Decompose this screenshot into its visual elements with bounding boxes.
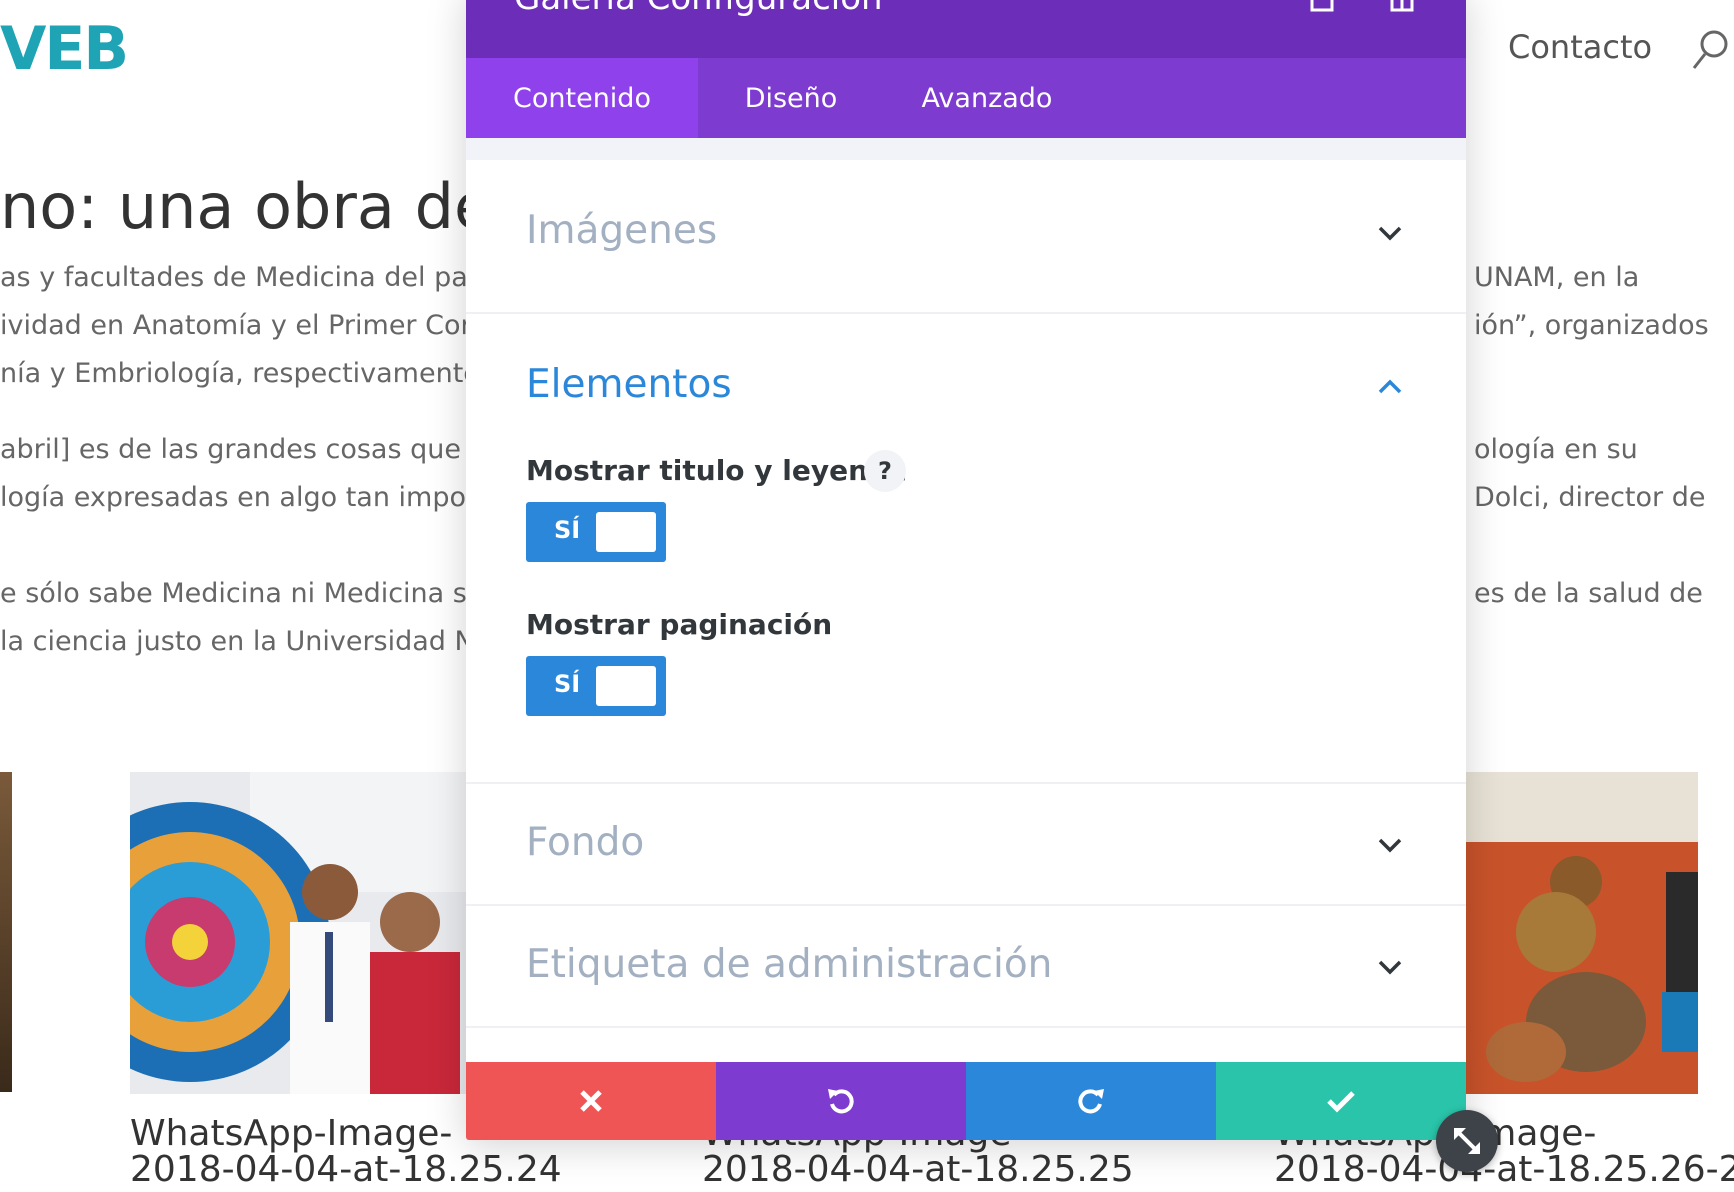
section-background-title: Fondo <box>526 820 645 865</box>
chevron-down-icon[interactable] <box>1374 956 1406 978</box>
chevron-down-icon[interactable] <box>1374 222 1406 244</box>
gallery-photo-1[interactable] <box>130 772 466 1094</box>
modal-content: Imágenes Elementos Mostrar titulo y leye… <box>466 138 1466 1052</box>
resize-icon <box>1454 1128 1480 1154</box>
modal-title: Galería Configuración <box>514 0 883 18</box>
fullscreen-icon[interactable] <box>1308 0 1336 14</box>
show-pagination-toggle[interactable]: SÍ <box>526 656 666 716</box>
cancel-button[interactable] <box>466 1062 716 1140</box>
toggle-on-label: SÍ <box>554 516 581 544</box>
modal-header: Galería Configuración <box>466 0 1466 58</box>
caption-line: 2018-04-04-at-18.25.25 <box>702 1149 1134 1190</box>
article-paragraph-line: ología en su <box>1474 434 1638 465</box>
article-paragraph-line: e sólo sabe Medicina ni Medicina sab <box>0 578 501 609</box>
chevron-up-icon[interactable] <box>1374 376 1406 398</box>
article-heading: no: una obra de <box>0 170 493 243</box>
article-paragraph-line: abril] es de las grandes cosas que h <box>0 434 487 465</box>
modal-tabs: Contenido Diseño Avanzado <box>466 58 1466 138</box>
save-button[interactable] <box>1216 1062 1466 1140</box>
section-images[interactable]: Imágenes <box>466 160 1466 314</box>
redo-icon <box>1078 1089 1104 1114</box>
toggle-knob <box>596 666 656 706</box>
article-paragraph-line: nía y Embriología, respectivamente. <box>0 358 489 389</box>
caption-line: 2018-04-04-at-18.25.26-2 <box>1274 1149 1734 1190</box>
article-paragraph-line: ión”, organizados <box>1474 310 1709 341</box>
article-paragraph-line: logía expresadas en algo tan import <box>0 482 488 513</box>
section-admin-label-title: Etiqueta de administración <box>526 942 1053 987</box>
show-pagination-label: Mostrar paginación <box>526 608 833 641</box>
nav-contact-link[interactable]: Contacto <box>1508 28 1652 66</box>
section-images-title: Imágenes <box>526 208 718 253</box>
article-paragraph-line: Dolci, director de <box>1474 482 1706 513</box>
help-icon[interactable]: ? <box>864 450 906 492</box>
section-elements: Elementos Mostrar titulo y leyenda ? SÍ … <box>466 314 1466 784</box>
content-top-gap <box>466 138 1466 160</box>
article-paragraph-line: la ciencia justo en la Universidad Na <box>0 626 492 657</box>
section-admin-label[interactable]: Etiqueta de administración <box>466 906 1466 1028</box>
article-paragraph-line: es de la salud de <box>1474 578 1703 609</box>
tab-avanzado[interactable]: Avanzado <box>884 58 1090 138</box>
caption-line: 2018-04-04-at-18.25.24 <box>130 1149 562 1190</box>
toggle-on-label: SÍ <box>554 670 581 698</box>
tab-diseno[interactable]: Diseño <box>698 58 884 138</box>
close-icon <box>580 1090 602 1112</box>
article-paragraph-line: UNAM, en la <box>1474 262 1640 293</box>
toggle-knob <box>596 512 656 552</box>
article-paragraph-line: as y facultades de Medicina del país <box>0 262 490 293</box>
gallery-settings-modal: Galería Configuración Contenido Diseño A… <box>466 0 1466 1140</box>
chevron-down-icon[interactable] <box>1374 834 1406 856</box>
resize-handle[interactable] <box>1436 1110 1498 1172</box>
layout-icon[interactable] <box>1388 0 1416 14</box>
modal-footer <box>466 1062 1466 1140</box>
search-icon[interactable] <box>1690 28 1730 72</box>
gallery-photo-3[interactable] <box>1466 772 1698 1094</box>
section-elements-title[interactable]: Elementos <box>526 362 732 407</box>
undo-icon <box>828 1089 854 1114</box>
tab-contenido[interactable]: Contenido <box>466 58 698 138</box>
gallery-photo-left-edge[interactable] <box>0 772 12 1092</box>
show-title-label: Mostrar titulo y leyenda <box>526 454 907 487</box>
check-icon <box>1327 1091 1355 1113</box>
section-background[interactable]: Fondo <box>466 784 1466 906</box>
site-logo[interactable]: VEB <box>0 14 129 84</box>
article-paragraph-line: ividad en Anatomía y el Primer Conc <box>0 310 493 341</box>
show-title-toggle[interactable]: SÍ <box>526 502 666 562</box>
redo-button[interactable] <box>966 1062 1216 1140</box>
undo-button[interactable] <box>716 1062 966 1140</box>
